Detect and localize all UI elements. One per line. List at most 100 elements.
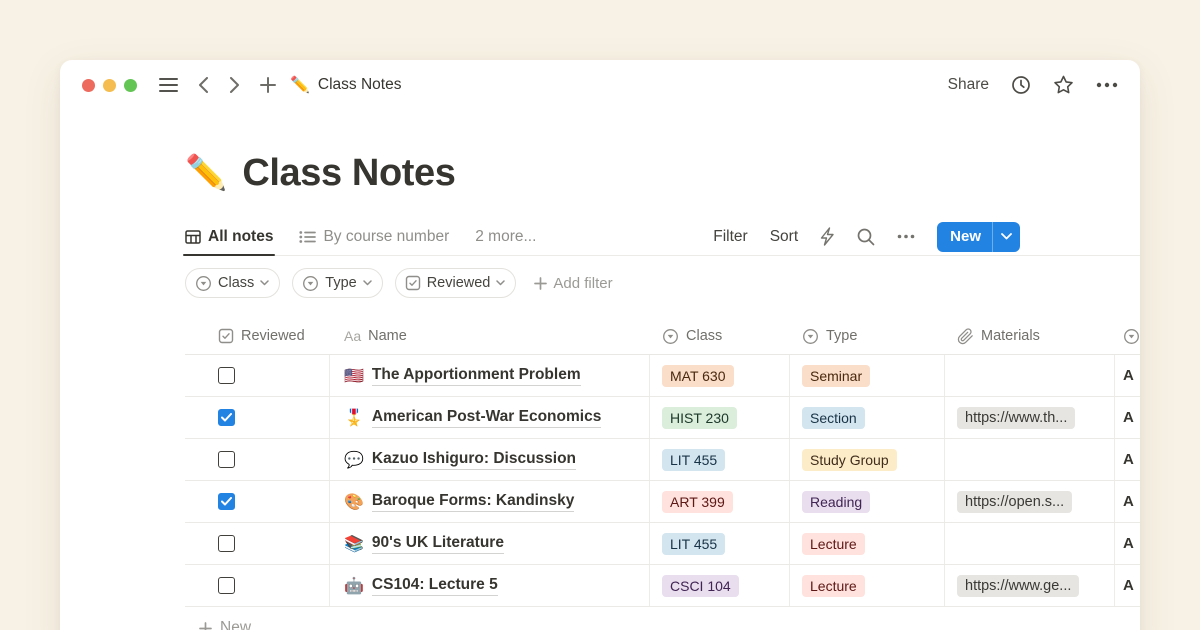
note-emoji: 🎖️: [344, 408, 364, 428]
class-tag: MAT 630: [662, 365, 734, 387]
note-emoji: 💬: [344, 450, 364, 470]
views-toolbar: All notes By course number 2 more... Fil…: [185, 218, 1140, 256]
material-link-chip[interactable]: https://www.th...: [957, 407, 1075, 429]
new-row-label: New: [220, 619, 251, 630]
minimize-button[interactable]: [103, 79, 116, 92]
type-tag: Lecture: [802, 575, 865, 597]
search-icon[interactable]: [857, 228, 875, 246]
materials-cell[interactable]: [945, 439, 1115, 480]
note-emoji: 📚: [344, 534, 364, 554]
chip-label: Type: [325, 275, 356, 291]
reviewed-checkbox[interactable]: [218, 493, 235, 510]
automation-bolt-icon[interactable]: [820, 227, 835, 246]
reviewed-checkbox[interactable]: [218, 367, 235, 384]
materials-cell[interactable]: https://www.th...: [945, 397, 1115, 438]
note-name-cell[interactable]: 📚 90's UK Literature: [330, 523, 650, 564]
table-row: 🎨Baroque Forms: Kandinsky ART 399 Readin…: [185, 481, 1140, 523]
back-icon[interactable]: [198, 77, 209, 93]
view-options-icon[interactable]: [897, 234, 915, 239]
zoom-button[interactable]: [124, 79, 137, 92]
type-cell[interactable]: Section: [790, 397, 945, 438]
note-name-cell[interactable]: 🎨Baroque Forms: Kandinsky: [330, 481, 650, 522]
overflow-cell[interactable]: A: [1115, 397, 1140, 438]
overflow-cell[interactable]: A: [1115, 523, 1140, 564]
class-cell[interactable]: CSCI 104: [650, 565, 790, 606]
filter-chip-type[interactable]: Type: [292, 268, 382, 298]
column-header-reviewed[interactable]: Reviewed: [185, 318, 330, 354]
class-tag: LIT 455: [662, 533, 725, 555]
class-cell[interactable]: ART 399: [650, 481, 790, 522]
note-name-cell[interactable]: 🤖CS104: Lecture 5: [330, 565, 650, 606]
overflow-cell[interactable]: A: [1115, 565, 1140, 606]
note-name-cell[interactable]: 🎖️American Post-War Economics: [330, 397, 650, 438]
favorite-star-icon[interactable]: [1053, 75, 1074, 95]
overflow-cell[interactable]: A: [1115, 355, 1140, 396]
reviewed-checkbox[interactable]: [218, 409, 235, 426]
column-header-class[interactable]: Class: [650, 318, 790, 354]
class-cell[interactable]: LIT 455: [650, 523, 790, 564]
title-property-icon: Aa: [344, 328, 361, 344]
forward-icon[interactable]: [229, 77, 240, 93]
class-tag: HIST 230: [662, 407, 737, 429]
class-cell[interactable]: HIST 230: [650, 397, 790, 438]
note-name-cell[interactable]: 💬Kazuo Ishiguro: Discussion: [330, 439, 650, 480]
filter-chip-reviewed[interactable]: Reviewed: [395, 268, 517, 298]
overflow-cell[interactable]: A: [1115, 439, 1140, 480]
new-row-button[interactable]: New: [199, 607, 1140, 630]
new-dropdown-button[interactable]: [992, 222, 1020, 252]
table-row: 📚 90's UK Literature LIT 455 Lecture A: [185, 523, 1140, 565]
updates-clock-icon[interactable]: [1011, 75, 1031, 95]
note-name-cell[interactable]: 🇺🇸The Apportionment Problem: [330, 355, 650, 396]
table-row: 🇺🇸The Apportionment Problem MAT 630 Semi…: [185, 355, 1140, 397]
app-window: ✏️ Class Notes Share ✏️ Class Notes: [60, 60, 1140, 630]
table-row: 💬Kazuo Ishiguro: Discussion LIT 455 Stud…: [185, 439, 1140, 481]
class-cell[interactable]: MAT 630: [650, 355, 790, 396]
type-cell[interactable]: Seminar: [790, 355, 945, 396]
sort-button[interactable]: Sort: [770, 228, 798, 246]
reviewed-checkbox[interactable]: [218, 535, 235, 552]
window-controls: [82, 79, 137, 92]
type-cell[interactable]: Study Group: [790, 439, 945, 480]
page-emoji: ✏️: [185, 156, 227, 190]
filter-button[interactable]: Filter: [713, 228, 747, 246]
more-options-icon[interactable]: [1096, 82, 1118, 88]
filter-chip-class[interactable]: Class: [185, 268, 280, 298]
tab-by-course-number[interactable]: By course number: [299, 218, 449, 255]
more-views-link[interactable]: 2 more...: [475, 228, 536, 246]
tab-all-notes[interactable]: All notes: [185, 218, 273, 255]
type-tag: Lecture: [802, 533, 865, 555]
column-header-materials[interactable]: Materials: [945, 318, 1115, 354]
column-header-name[interactable]: Aa Name: [330, 318, 650, 354]
class-cell[interactable]: LIT 455: [650, 439, 790, 480]
sidebar-menu-icon[interactable]: [159, 77, 178, 93]
column-header-overflow[interactable]: [1115, 318, 1140, 354]
page-title: Class Notes: [242, 154, 455, 192]
tab-label: All notes: [208, 228, 273, 246]
page-link: The Apportionment Problem: [372, 366, 581, 386]
material-link-chip[interactable]: https://www.ge...: [957, 575, 1079, 597]
page-link: 90's UK Literature: [372, 534, 504, 554]
page-link: Baroque Forms: Kandinsky: [372, 492, 574, 512]
titlebar: ✏️ Class Notes Share: [60, 60, 1140, 110]
share-button[interactable]: Share: [948, 76, 989, 94]
materials-cell[interactable]: [945, 355, 1115, 396]
breadcrumb[interactable]: ✏️ Class Notes: [290, 75, 401, 95]
type-cell[interactable]: Lecture: [790, 523, 945, 564]
list-view-icon: [299, 229, 316, 245]
new-button[interactable]: New: [937, 222, 992, 252]
overflow-cell[interactable]: A: [1115, 481, 1140, 522]
material-link-chip[interactable]: https://open.s...: [957, 491, 1072, 513]
type-cell[interactable]: Lecture: [790, 565, 945, 606]
tab-label: By course number: [323, 228, 449, 246]
close-button[interactable]: [82, 79, 95, 92]
reviewed-checkbox[interactable]: [218, 451, 235, 468]
new-page-icon[interactable]: [260, 77, 276, 93]
type-cell[interactable]: Reading: [790, 481, 945, 522]
materials-cell[interactable]: [945, 523, 1115, 564]
reviewed-checkbox[interactable]: [218, 577, 235, 594]
materials-cell[interactable]: https://www.ge...: [945, 565, 1115, 606]
column-header-type[interactable]: Type: [790, 318, 945, 354]
materials-cell[interactable]: https://open.s...: [945, 481, 1115, 522]
notes-table: Reviewed Aa Name Class Type Materials: [185, 318, 1140, 630]
add-filter-button[interactable]: Add filter: [534, 275, 612, 292]
